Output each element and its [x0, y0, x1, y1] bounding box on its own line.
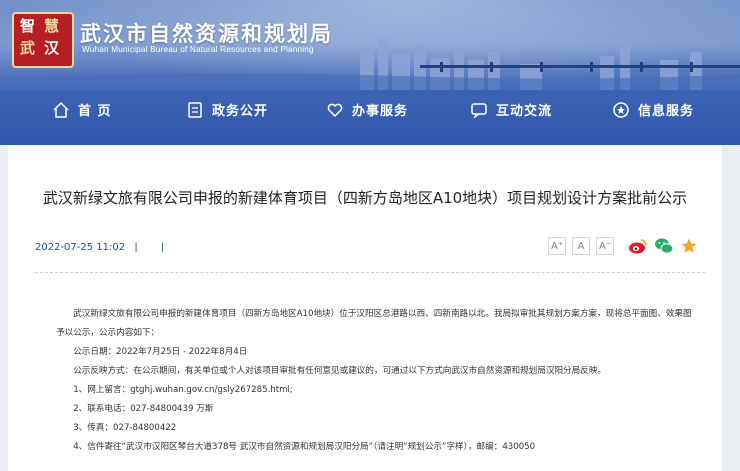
article-meta: 2022-07-25 11:02 | | [35, 242, 170, 253]
font-default-button[interactable]: A [572, 237, 590, 255]
wechat-icon[interactable] [654, 237, 674, 255]
article-title: 武汉新绿文旅有限公司申报的新建体育项目（四新方岛地区A10地块）项目规划设计方案… [42, 189, 688, 207]
body-paragraph: 公示反映方式：在公示期间，有关单位或个人对该项目审批有任何意见或建议的，可通过以… [73, 366, 607, 376]
article-body: 武汉新绿文旅有限公司申报的新建体育项目（四新方岛地区A10地块）位于汉阳区总港路… [56, 305, 696, 457]
nav-item-information[interactable]: 信息服务 [612, 88, 694, 131]
nav-item-services[interactable]: 办事服务 [326, 88, 408, 131]
article-panel: 武汉新绿文旅有限公司申报的新建体育项目（四新方岛地区A10地块）项目规划设计方案… [8, 145, 722, 471]
body-paragraph: 1、网上留言：gtghj.wuhan.gov.cn/gsly267285.htm… [73, 385, 293, 395]
body-paragraph: 4、信件寄往“武汉市汉阳区琴台大道378号 武汉市自然资源和规划局汉阳分局”（请… [73, 442, 536, 452]
font-size-controls: A⁺ A A⁻ [548, 237, 614, 255]
nav-item-government-affairs[interactable]: 政务公开 [186, 88, 268, 131]
body-paragraph: 2、联系电话：027-84800439 万斯 [73, 404, 214, 414]
meta-separator: | [134, 242, 138, 253]
meta-separator: | [160, 242, 165, 253]
site-logo[interactable]: 智 慧 武 汉 [12, 12, 74, 68]
star-circle-icon [613, 101, 629, 118]
chat-icon [471, 102, 487, 119]
home-icon [53, 101, 69, 118]
body-paragraph: 公示日期：2022年7月25日 - 2022年8月4日 [73, 347, 248, 357]
nav-label: 互动交流 [496, 104, 553, 119]
site-subtitle: Wuhan Municipal Bureau of Natural Resour… [82, 45, 314, 54]
body-paragraph: 3、传真：027-84800422 [73, 423, 177, 433]
bridge-image [420, 62, 740, 72]
logo-char: 汉 [44, 39, 60, 57]
main-nav: 首 页 政务公开 办事服务 互动交流 信息服务 [0, 88, 740, 131]
nav-label: 首 页 [78, 104, 112, 119]
publish-date: 2022-07-25 11:02 [35, 242, 126, 253]
nav-label: 信息服务 [638, 104, 695, 119]
nav-label: 政务公开 [212, 104, 269, 119]
body-paragraph: 武汉新绿文旅有限公司申报的新建体育项目（四新方岛地区A10地块）位于汉阳区总港路… [56, 309, 692, 338]
nav-item-interaction[interactable]: 互动交流 [470, 88, 552, 131]
font-decrease-button[interactable]: A⁻ [596, 237, 614, 255]
heart-icon [327, 103, 343, 117]
nav-label: 办事服务 [352, 104, 409, 119]
font-increase-button[interactable]: A⁺ [548, 237, 566, 255]
nav-item-home[interactable]: 首 页 [52, 88, 112, 131]
site-title[interactable]: 武汉市自然资源和规划局 [80, 18, 333, 48]
share-bar [628, 237, 698, 255]
header-banner: 智 慧 武 汉 武汉市自然资源和规划局 Wuhan Municipal Bure… [0, 0, 740, 145]
logo-char: 智 [20, 17, 36, 35]
logo-char: 武 [20, 39, 36, 57]
favorite-star-icon[interactable] [680, 237, 698, 255]
logo-char: 慧 [44, 17, 60, 35]
weibo-icon[interactable] [628, 237, 648, 255]
document-icon [188, 101, 202, 118]
meta-divider [35, 272, 705, 273]
